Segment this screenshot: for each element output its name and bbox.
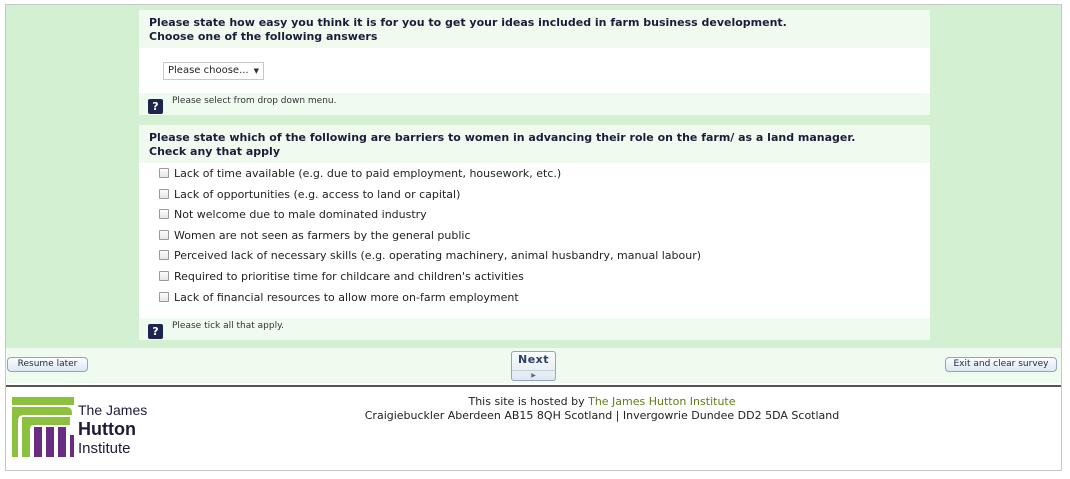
answer-dropdown[interactable]: Please choose... ▼ bbox=[163, 62, 264, 80]
option-label: Required to prioritise time for childcar… bbox=[174, 269, 524, 283]
exit-and-clear-button[interactable]: Exit and clear survey bbox=[945, 357, 1057, 372]
help-text: Please tick all that apply. bbox=[172, 321, 284, 331]
next-arrow-icon: ▶ bbox=[512, 370, 555, 379]
logo-line: The James bbox=[78, 402, 148, 418]
footer-divider bbox=[6, 385, 1061, 387]
logo-line: Hutton bbox=[78, 419, 136, 439]
question-instruction: Check any that apply bbox=[149, 145, 280, 158]
question-title: Please state which of the following are … bbox=[149, 131, 856, 144]
option-label: Lack of time available (e.g. due to paid… bbox=[174, 167, 562, 180]
logo-line: Institute bbox=[78, 440, 131, 457]
logo-wordmark: The James Hutton Institute bbox=[78, 401, 147, 458]
option-label: Lack of financial resources to allow mor… bbox=[174, 290, 519, 304]
navigation-bar: Resume later Next ▶ Exit and clear surve… bbox=[6, 348, 1061, 383]
checkbox[interactable] bbox=[159, 250, 169, 261]
hosted-prefix: This site is hosted by bbox=[468, 395, 589, 408]
help-icon[interactable]: ? bbox=[148, 324, 163, 339]
question-help: ? Please select from drop down menu. bbox=[139, 93, 930, 115]
survey-area: Please state how easy you think it is fo… bbox=[6, 5, 1061, 383]
checkbox[interactable] bbox=[159, 291, 169, 302]
dropdown-arrow-icon: ▼ bbox=[253, 67, 259, 75]
question-title: Please state how easy you think it is fo… bbox=[149, 16, 787, 29]
checkbox[interactable] bbox=[159, 168, 169, 178]
footer-info: This site is hosted by The James Hutton … bbox=[362, 395, 842, 423]
option-label: Women are not seen as farmers by the gen… bbox=[174, 228, 471, 242]
checkbox[interactable] bbox=[159, 270, 169, 281]
resume-later-button[interactable]: Resume later bbox=[7, 357, 88, 372]
option-label: Lack of opportunities (e.g. access to la… bbox=[174, 187, 461, 201]
question-barriers: Please state which of the following are … bbox=[139, 125, 930, 340]
help-text: Please select from drop down menu. bbox=[172, 96, 337, 106]
option-label: Not welcome due to male dominated indust… bbox=[174, 208, 427, 222]
dropdown-value: Please choose... bbox=[168, 65, 249, 76]
question-help: ? Please tick all that apply. bbox=[139, 318, 930, 340]
checkbox[interactable] bbox=[159, 209, 169, 220]
question-header: Please state how easy you think it is fo… bbox=[139, 10, 930, 48]
question-ease-of-ideas: Please state how easy you think it is fo… bbox=[139, 10, 930, 115]
option-label: Perceived lack of necessary skills (e.g.… bbox=[174, 249, 702, 263]
help-icon[interactable]: ? bbox=[148, 99, 163, 114]
survey-frame: Please state how easy you think it is fo… bbox=[5, 4, 1062, 471]
address-line: Craigiebuckler Aberdeen AB15 8QH Scotlan… bbox=[364, 409, 840, 422]
checkbox[interactable] bbox=[159, 229, 169, 240]
next-button[interactable]: Next ▶ bbox=[511, 351, 556, 381]
question-instruction: Choose one of the following answers bbox=[149, 30, 378, 43]
host-link[interactable]: The James Hutton Institute bbox=[588, 395, 735, 408]
hosted-by-line: This site is hosted by The James Hutton … bbox=[362, 395, 842, 409]
checkbox[interactable] bbox=[159, 188, 169, 199]
next-button-label: Next bbox=[517, 353, 550, 366]
question-header: Please state which of the following are … bbox=[139, 125, 930, 163]
